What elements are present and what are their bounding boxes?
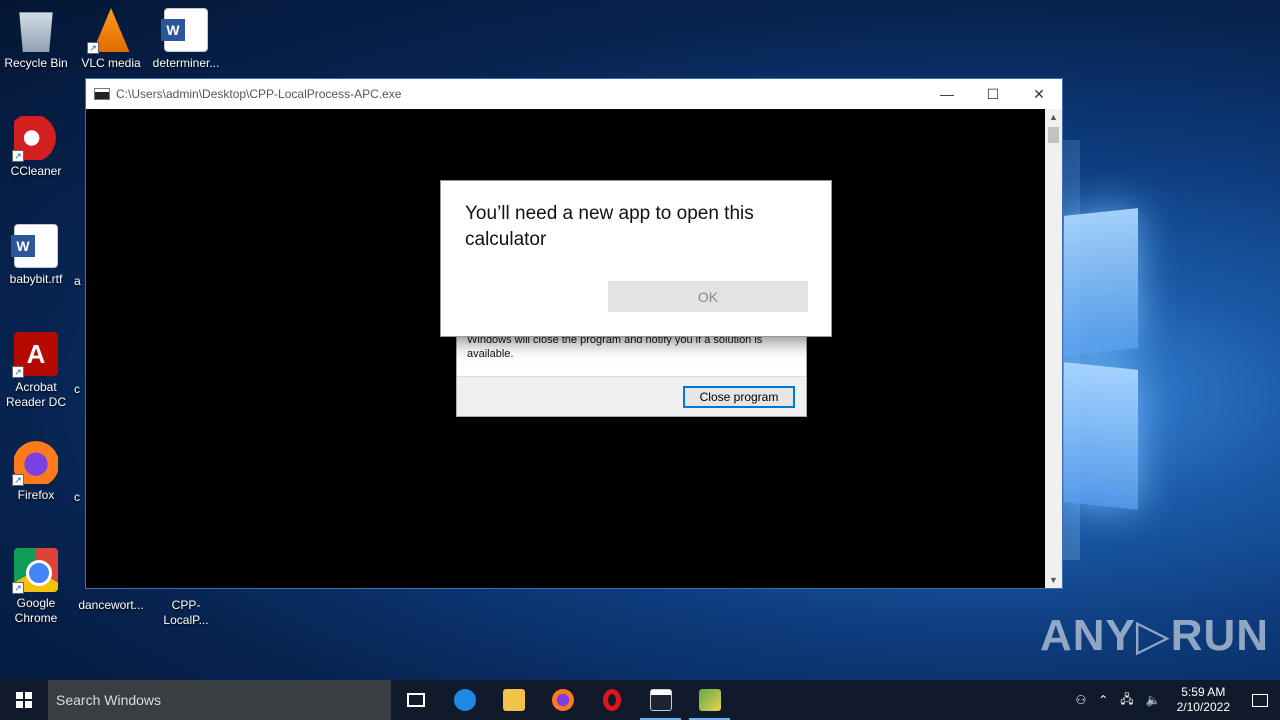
console-app-icon (94, 88, 110, 100)
shortcut-arrow-icon: ↗ (12, 582, 24, 594)
shortcut-arrow-icon: ↗ (87, 42, 99, 54)
network-icon[interactable]: 🖧 (1114, 690, 1139, 711)
scroll-down-arrow-icon[interactable]: ▼ (1045, 572, 1062, 588)
desktop-icon-label: babybit.rtf (9, 272, 63, 286)
clock-date: 2/10/2022 (1176, 700, 1230, 714)
console-app-icon (649, 689, 672, 711)
taskbar-file-explorer[interactable] (489, 680, 538, 720)
desktop-icon-recycle-bin[interactable]: Recycle Bin (0, 8, 72, 71)
action-center-button[interactable] (1240, 680, 1280, 720)
new-app-dialog-heading: You’ll need a new app to open this calcu… (465, 203, 754, 250)
show-hidden-icons-chevron-icon[interactable]: ⌃ (1092, 693, 1114, 707)
firefox-icon (551, 689, 574, 711)
word-document-icon (161, 8, 208, 52)
taskbar-firefox[interactable] (538, 680, 587, 720)
error-reporting-icon (698, 689, 721, 711)
anyrun-watermark: ANY▷RUN (1040, 611, 1270, 660)
desktop-icon-label: dancewort... (78, 598, 144, 612)
console-title: C:\Users\admin\Desktop\CPP-LocalProcess-… (116, 87, 402, 101)
desktop-icon-label: CPP-LocalP... (163, 598, 209, 627)
taskbar-search-box[interactable]: Search Windows (48, 680, 391, 720)
desktop-icon-label: Recycle Bin (4, 56, 68, 70)
desktop-icon-ccleaner[interactable]: ↗ CCleaner (0, 116, 72, 179)
desktop-icon-acrobat[interactable]: ↗ Acrobat Reader DC (0, 332, 72, 410)
taskbar-edge[interactable] (440, 680, 489, 720)
desktop-icon-chrome[interactable]: ↗ Google Chrome (0, 548, 72, 626)
new-app-dialog: You’ll need a new app to open this calcu… (440, 180, 832, 337)
taskbar: Search Windows ⚇ ⌃ 🖧 🔈 5:59 AM 2/10/2022 (0, 680, 1280, 720)
opera-icon (602, 689, 621, 711)
vertical-scrollbar[interactable]: ▲ ▼ (1045, 109, 1062, 588)
desktop-icon-label: CCleaner (10, 164, 62, 178)
shortcut-arrow-icon: ↗ (12, 366, 24, 378)
maximize-button[interactable]: ☐ (970, 79, 1016, 109)
people-icon[interactable]: ⚇ (1069, 693, 1092, 707)
desktop-icon-label: Firefox (17, 488, 55, 502)
volume-icon[interactable]: 🔈 (1140, 693, 1167, 707)
task-view-button[interactable] (391, 680, 440, 720)
word-document-icon (11, 224, 58, 268)
taskbar-console[interactable] (636, 680, 685, 720)
shortcut-arrow-icon: ↗ (12, 474, 24, 486)
task-view-icon (406, 693, 425, 707)
scroll-up-arrow-icon[interactable]: ▲ (1045, 109, 1062, 125)
desktop-icon-firefox[interactable]: ↗ Firefox (0, 440, 72, 503)
desktop-icon-babybit[interactable]: babybit.rtf (0, 224, 72, 287)
minimize-button[interactable]: — (924, 79, 970, 109)
folder-icon (502, 689, 525, 711)
taskbar-opera[interactable] (587, 680, 636, 720)
windows-wallpaper-logo (1064, 200, 1154, 520)
desktop-icon-label: Google Chrome (14, 596, 58, 625)
taskbar-error-reporting[interactable] (685, 680, 734, 720)
desktop-icon-label: Acrobat Reader DC (5, 380, 67, 409)
desktop-icon-vlc[interactable]: ↗ VLC media (75, 8, 147, 71)
desktop-icon-dancewort[interactable]: dancewort... (75, 598, 147, 613)
notification-icon (1252, 693, 1268, 707)
console-titlebar[interactable]: C:\Users\admin\Desktop\CPP-LocalProcess-… (86, 79, 1062, 109)
desktop-icon-label: determiner... (152, 56, 220, 70)
desktop-icon-label: VLC media (81, 56, 141, 70)
desktop-icon-determiner[interactable]: determiner... (150, 8, 222, 71)
start-button[interactable] (0, 680, 48, 720)
shortcut-arrow-icon: ↗ (12, 150, 24, 162)
system-tray: ⚇ ⌃ 🖧 🔈 5:59 AM 2/10/2022 (1069, 680, 1280, 720)
crash-dialog-footer: Close program (457, 376, 806, 416)
scrollbar-thumb[interactable] (1048, 127, 1059, 143)
desktop-icon-cpp-localp[interactable]: CPP-LocalP... (150, 598, 222, 628)
taskbar-clock[interactable]: 5:59 AM 2/10/2022 (1167, 685, 1240, 715)
recycle-bin-icon (19, 12, 53, 52)
edge-icon (453, 689, 476, 711)
windows-logo-icon (16, 692, 32, 708)
close-button[interactable]: ✕ (1016, 79, 1062, 109)
ok-button[interactable]: OK (608, 281, 808, 312)
clock-time: 5:59 AM (1181, 685, 1226, 699)
close-program-button[interactable]: Close program (683, 386, 795, 408)
